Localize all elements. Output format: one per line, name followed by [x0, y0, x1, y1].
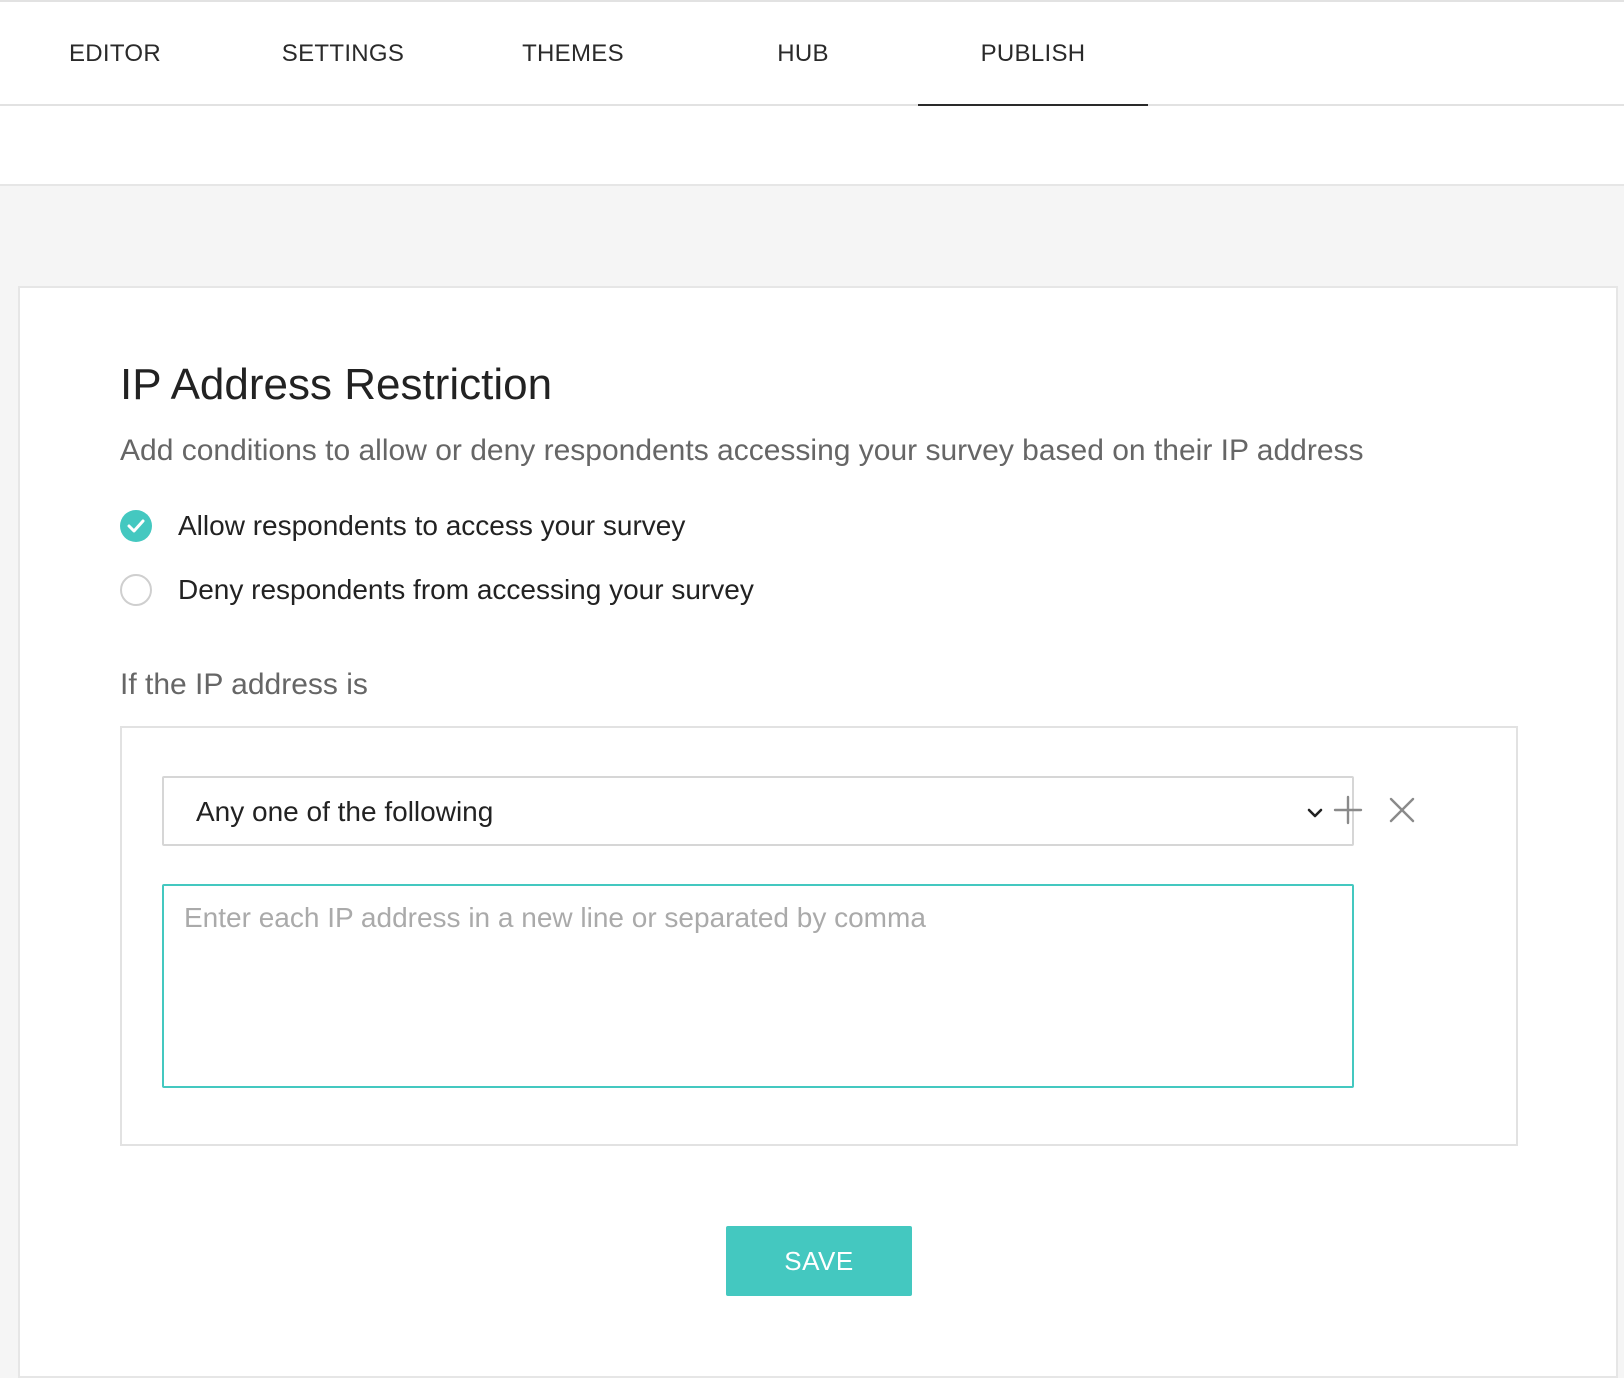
close-icon[interactable]: [1382, 790, 1422, 830]
section-title: IP Address Restriction: [120, 360, 553, 409]
ip-address-input[interactable]: [162, 884, 1354, 1088]
chevron-down-icon: [1304, 802, 1326, 824]
save-button[interactable]: SAVE: [726, 1226, 912, 1296]
match-type-value: Any one of the following: [196, 796, 494, 827]
condition-box: Any one of the following: [120, 726, 1518, 1146]
tab-editor[interactable]: EDITOR: [0, 2, 230, 106]
allow-access-label: Allow respondents to access your survey: [178, 510, 686, 541]
radio-checked-icon[interactable]: [120, 510, 152, 542]
deny-access-option[interactable]: Deny respondents from accessing your sur…: [120, 570, 754, 610]
condition-label: If the IP address is: [120, 668, 368, 701]
section-description: Add conditions to allow or deny responde…: [120, 434, 1364, 467]
tab-settings[interactable]: SETTINGS: [228, 2, 458, 106]
top-nav: EDITOR SETTINGS THEMES HUB PUBLISH: [0, 0, 1624, 108]
allow-access-option[interactable]: Allow respondents to access your survey: [120, 506, 685, 546]
tab-themes[interactable]: THEMES: [458, 2, 688, 106]
radio-unchecked-icon[interactable]: [120, 574, 152, 606]
ip-restriction-card: IP Address Restriction Add conditions to…: [18, 286, 1618, 1378]
tab-publish[interactable]: PUBLISH: [918, 2, 1148, 108]
deny-access-label: Deny respondents from accessing your sur…: [178, 574, 754, 605]
sub-header-bar: [0, 106, 1624, 186]
tab-hub[interactable]: HUB: [688, 2, 918, 106]
match-type-dropdown[interactable]: Any one of the following: [162, 776, 1354, 846]
plus-icon[interactable]: [1328, 790, 1368, 830]
